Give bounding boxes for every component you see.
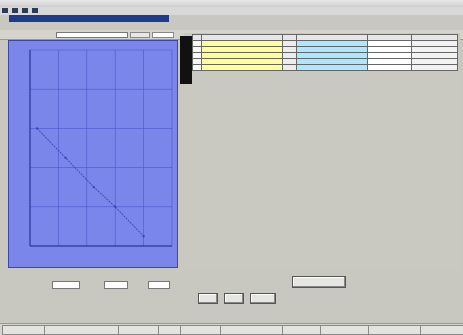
small-button-1[interactable]: [198, 293, 218, 304]
data-point: [35, 127, 39, 130]
status-field: [118, 325, 160, 335]
row-header-tab: [180, 36, 192, 84]
status-field: [420, 325, 463, 335]
param-input[interactable]: [52, 281, 80, 289]
data-point: [114, 205, 117, 208]
status-field: [368, 325, 422, 335]
table-cell[interactable]: [192, 64, 202, 71]
field2-input[interactable]: [104, 281, 128, 289]
table-cell[interactable]: [281, 64, 297, 71]
status-field: [220, 325, 284, 335]
menu-item[interactable]: [12, 8, 18, 13]
status-field: [2, 325, 46, 335]
action-button[interactable]: [292, 276, 346, 288]
table-cell[interactable]: [295, 64, 369, 71]
menu-bar: [0, 7, 463, 15]
status-field: [282, 325, 322, 335]
table-row: [192, 64, 458, 71]
data-point: [142, 235, 145, 238]
option-checkbox[interactable]: [152, 32, 174, 38]
status-field: [320, 325, 370, 335]
menu-item[interactable]: [22, 8, 28, 13]
table-cell[interactable]: [367, 64, 413, 71]
series-line: [36, 128, 144, 237]
menu-item[interactable]: [32, 8, 38, 13]
table-cell[interactable]: [200, 64, 283, 71]
data-point: [64, 156, 67, 159]
status-field: [158, 325, 182, 335]
line-chart: [29, 49, 173, 247]
menu-item[interactable]: [2, 8, 8, 13]
toolbar-strip: [9, 15, 169, 22]
small-button-3[interactable]: [250, 293, 276, 304]
status-field: [44, 325, 120, 335]
model-combo[interactable]: [56, 32, 128, 38]
fit-button[interactable]: [130, 32, 150, 38]
table-cell[interactable]: [411, 64, 458, 71]
small-button-2[interactable]: [224, 293, 244, 304]
title-bar: [0, 0, 463, 7]
data-point: [92, 186, 96, 189]
field3-input[interactable]: [148, 281, 170, 289]
data-grid: [192, 34, 458, 71]
status-field: [180, 325, 222, 335]
